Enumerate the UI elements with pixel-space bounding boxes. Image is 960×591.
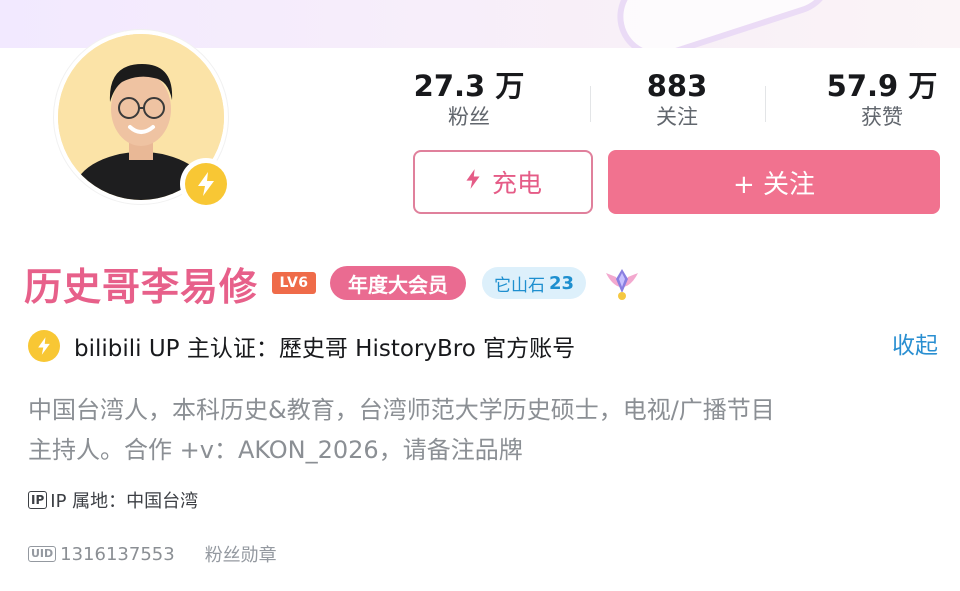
ip-icon: IP xyxy=(28,491,48,509)
name-row: 历史哥李易修 LV6 年度大会员 它山石 23 xyxy=(24,254,642,312)
bio-line: 中国台湾人，本科历史&教育，台湾师范大学历史硕士，电视/广播节目 xyxy=(28,396,775,424)
likes-count: 57.9 万 xyxy=(826,69,938,103)
stone-badge-count: 23 xyxy=(549,272,575,294)
vip-badge[interactable]: 年度大会员 xyxy=(330,266,467,300)
stat-fans[interactable]: 27.3 万 粉丝 xyxy=(404,70,534,132)
bio: 中国台湾人，本科历史&教育，台湾师范大学历史硕士，电视/广播节目 主持人。合作 … xyxy=(28,390,928,470)
uid-row: UID 1316137553 粉丝勋章 xyxy=(28,541,277,567)
fans-count: 27.3 万 xyxy=(413,69,525,103)
bio-line: 主持人。合作 +v：AKON_2026，请备注品牌 xyxy=(28,436,523,464)
uid-icon: UID xyxy=(28,546,57,562)
charge-label: 充电 xyxy=(491,169,542,198)
banner-decoration xyxy=(614,0,836,48)
stat-divider xyxy=(765,86,766,122)
ip-location-row: IP IP 属地：中国台湾 xyxy=(28,487,198,513)
follow-button[interactable]: + 关注 xyxy=(608,150,940,214)
following-label: 关注 xyxy=(656,105,698,129)
fan-medal-link[interactable]: 粉丝勋章 xyxy=(205,541,277,567)
certification-text: bilibili UP 主认证：歷史哥 HistoryBro 官方账号 xyxy=(74,336,576,362)
stat-following[interactable]: 883 关注 xyxy=(612,70,742,132)
follow-label: + 关注 xyxy=(732,169,816,200)
charge-button[interactable]: 充电 xyxy=(413,150,593,214)
stat-divider xyxy=(590,86,591,122)
collapse-link[interactable]: 收起 xyxy=(892,326,938,360)
lightning-icon xyxy=(28,330,60,362)
stone-badge[interactable]: 它山石 23 xyxy=(482,267,587,299)
lightning-icon xyxy=(185,163,227,205)
lightning-icon xyxy=(464,167,482,197)
following-count: 883 xyxy=(646,69,708,103)
ip-location: IP 属地：中国台湾 xyxy=(50,491,199,512)
username: 历史哥李易修 xyxy=(24,264,259,309)
stone-badge-label: 它山石 xyxy=(494,275,546,296)
level-badge[interactable]: LV6 xyxy=(272,272,317,294)
certification-row: bilibili UP 主认证：歷史哥 HistoryBro 官方账号 xyxy=(28,328,575,364)
stat-likes[interactable]: 57.9 万 获赞 xyxy=(812,70,952,132)
likes-label: 获赞 xyxy=(861,105,903,129)
fans-label: 粉丝 xyxy=(448,105,490,129)
uid-value[interactable]: 1316137553 xyxy=(60,544,175,565)
verify-badge xyxy=(180,158,232,210)
winged-medal-icon[interactable] xyxy=(602,263,642,303)
